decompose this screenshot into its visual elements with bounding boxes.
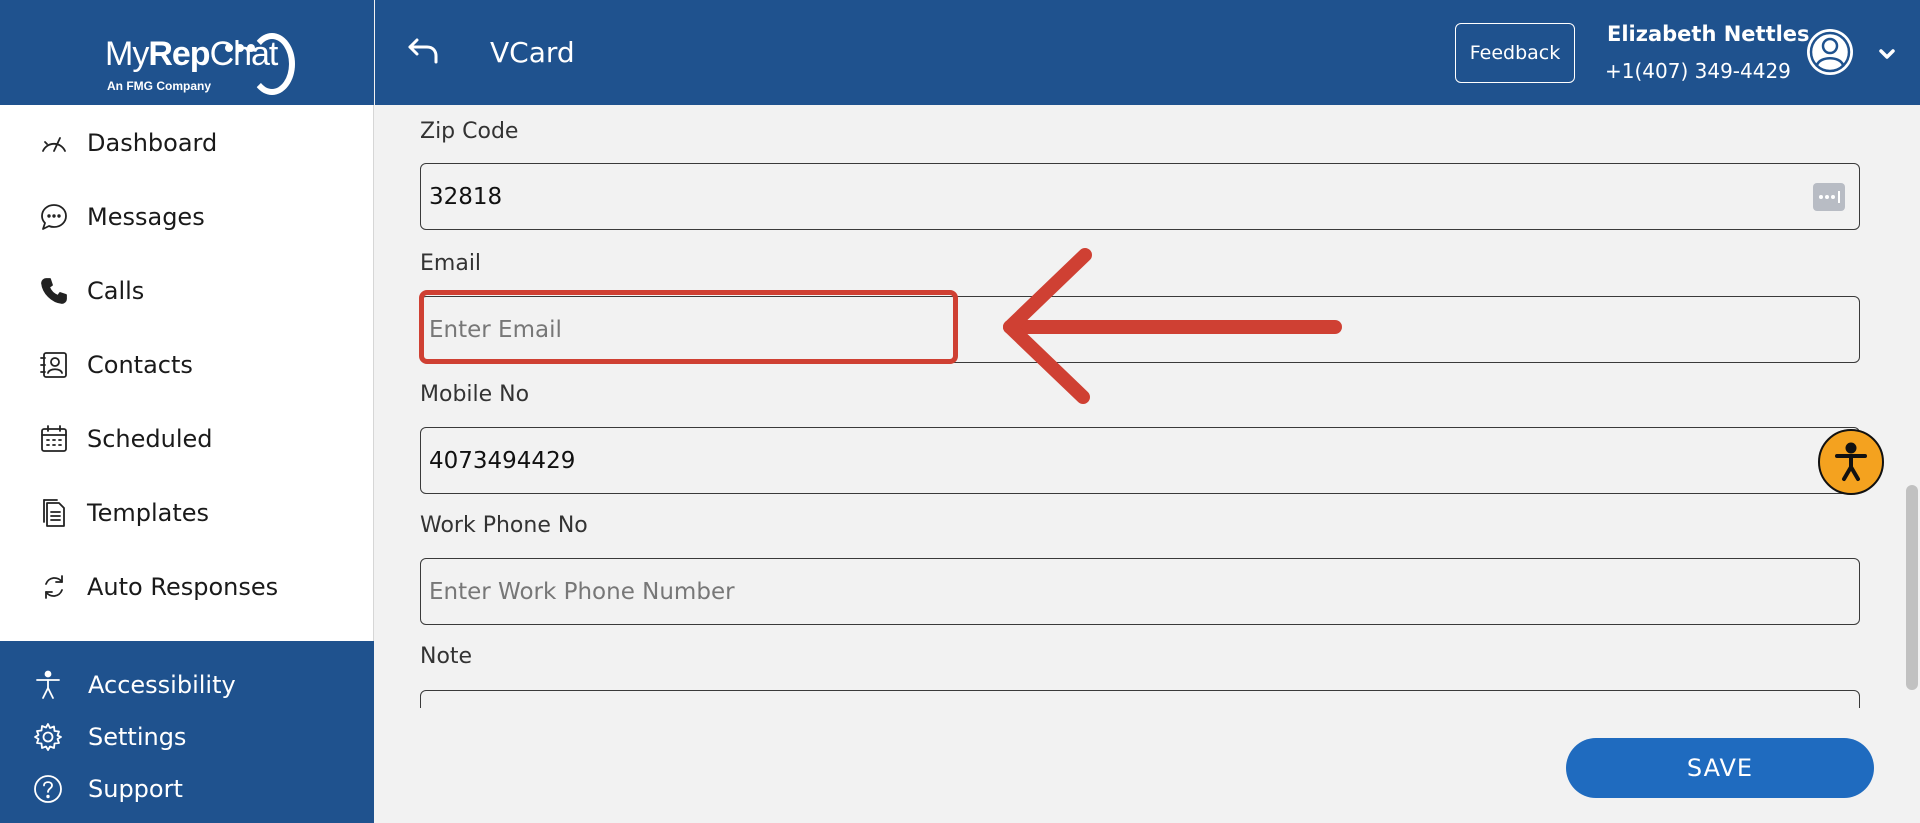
- mobile-no-field-box: [420, 427, 1860, 494]
- sidebar-item-messages[interactable]: Messages: [0, 180, 374, 254]
- gear-icon: [34, 723, 62, 751]
- annotation-arrow-icon: [1003, 248, 1342, 404]
- feedback-button[interactable]: Feedback: [1455, 23, 1575, 83]
- sidebar-item-accessibility[interactable]: Accessibility: [0, 659, 374, 711]
- accessibility-figure-icon: [1835, 442, 1867, 481]
- sidebar-nav: Dashboard Messages Calls Contacts Schedu…: [0, 106, 374, 624]
- sidebar-item-label: Scheduled: [87, 425, 213, 453]
- zip-code-field-box: [420, 163, 1860, 230]
- zip-code-input[interactable]: [429, 164, 1809, 229]
- work-phone-label: Work Phone No: [420, 513, 588, 538]
- scrollbar-thumb[interactable]: [1906, 485, 1918, 690]
- page-title: VCard: [490, 36, 575, 69]
- logo-arc: [249, 32, 295, 95]
- sidebar-item-templates[interactable]: Templates: [0, 476, 374, 550]
- work-phone-field-box: [420, 558, 1860, 625]
- sidebar-item-dashboard[interactable]: Dashboard: [0, 106, 374, 180]
- sidebar-item-label: Dashboard: [87, 129, 218, 157]
- logo-area: MyRepChat An FMG Company: [0, 0, 374, 105]
- sidebar-item-calls[interactable]: Calls: [0, 254, 374, 328]
- user-phone: +1(407) 349-4429: [1605, 59, 1791, 83]
- sidebar-item-scheduled[interactable]: Scheduled: [0, 402, 374, 476]
- mobile-no-input[interactable]: [429, 428, 1809, 493]
- annotation-highlight-box: [419, 290, 958, 364]
- sidebar-item-auto-responses[interactable]: Auto Responses: [0, 550, 374, 624]
- sidebar-item-label: Messages: [87, 203, 205, 231]
- sidebar-item-label: Calls: [87, 277, 145, 305]
- contact-card-icon: [40, 352, 67, 378]
- work-phone-input[interactable]: [429, 559, 1809, 624]
- document-icon: [43, 499, 65, 527]
- password-manager-icon[interactable]: [1813, 183, 1845, 211]
- sidebar-item-label: Contacts: [87, 351, 193, 379]
- accessibility-icon: [36, 670, 60, 699]
- sidebar-item-label: Templates: [87, 499, 210, 527]
- back-button[interactable]: [405, 32, 445, 72]
- chevron-down-icon: [1879, 49, 1895, 59]
- avatar[interactable]: [1805, 27, 1855, 77]
- gauge-icon: [42, 137, 66, 152]
- mobile-no-label: Mobile No: [420, 382, 530, 407]
- note-field-box: [420, 690, 1860, 708]
- sidebar-item-label: Settings: [88, 723, 187, 751]
- user-menu-toggle[interactable]: [1875, 42, 1899, 66]
- app-logo[interactable]: MyRepChat An FMG Company: [87, 13, 295, 95]
- sidebar-bottom-nav: Accessibility Settings Support: [0, 641, 374, 823]
- chat-bubble-icon: [41, 204, 67, 230]
- sidebar-item-label: Auto Responses: [87, 573, 279, 601]
- back-arrow-icon: [408, 38, 438, 64]
- calendar-icon: [41, 425, 67, 452]
- phone-icon: [41, 278, 67, 304]
- refresh-icon: [45, 575, 63, 599]
- logo-tagline: An FMG Company: [107, 78, 211, 93]
- user-name: Elizabeth Nettles: [1607, 22, 1810, 46]
- save-button[interactable]: SAVE: [1566, 738, 1874, 798]
- note-label: Note: [420, 644, 473, 669]
- accessibility-widget-button[interactable]: [1818, 429, 1884, 495]
- sidebar: MyRepChat An FMG Company Dashboard Messa…: [0, 0, 374, 823]
- top-header: VCard Feedback Elizabeth Nettles +1(407)…: [375, 0, 1920, 105]
- user-avatar-icon: [1807, 29, 1853, 75]
- note-input[interactable]: [429, 691, 1809, 708]
- sidebar-item-settings[interactable]: Settings: [0, 711, 374, 763]
- sidebar-item-label: Support: [88, 775, 183, 803]
- sidebar-item-contacts[interactable]: Contacts: [0, 328, 374, 402]
- sidebar-item-label: Accessibility: [88, 671, 236, 699]
- email-label: Email: [420, 251, 482, 276]
- sidebar-item-support[interactable]: Support: [0, 763, 374, 815]
- help-circle-icon: [34, 775, 62, 803]
- zip-code-label: Zip Code: [420, 119, 519, 144]
